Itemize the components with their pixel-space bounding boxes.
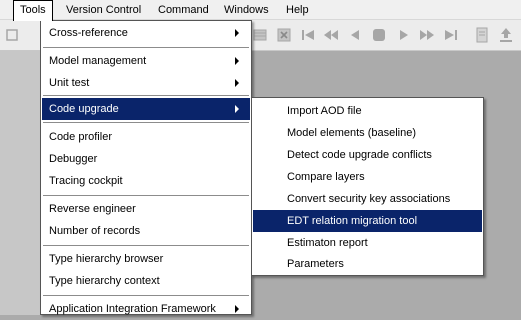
menu-item-label: Type hierarchy browser [49,253,164,265]
page-forward-icon[interactable] [419,27,435,43]
menu-item-model-elements-baseline[interactable]: Model elements (baseline) [253,122,482,144]
grid-icon[interactable] [252,27,268,43]
menu-bar: Tools Version Control Command Windows He… [0,0,521,21]
next-record-icon[interactable] [396,27,412,43]
menu-separator [43,122,249,123]
menu-separator [43,95,249,96]
menu-separator [43,295,249,296]
menu-item-label: Reverse engineer [49,203,136,215]
menu-item-label: Parameters [287,258,344,270]
menu-item-label: Detect code upgrade conflicts [287,149,432,161]
menu-item-parameters[interactable]: Parameters [253,253,482,275]
submenu-arrow-icon [235,79,239,87]
menu-item-label: Code profiler [49,131,112,143]
menu-separator [43,195,249,196]
menu-item-estimaton-report[interactable]: Estimaton report [253,232,482,254]
menu-item-type-hierarchy-browser[interactable]: Type hierarchy browser [42,248,250,270]
menu-item-label: Estimaton report [287,237,368,249]
menu-item-code-upgrade[interactable]: Code upgrade [42,98,250,120]
toolbar-left-icon[interactable] [4,27,20,43]
menu-item-code-profiler[interactable]: Code profiler [42,126,250,148]
page-back-icon[interactable] [323,27,339,43]
menu-item-label: EDT relation migration tool [287,215,418,227]
menu-item-cross-reference[interactable]: Cross-reference [42,22,250,44]
menu-item-compare-layers[interactable]: Compare layers [253,166,482,188]
menu-item-label: Import AOD file [287,105,362,117]
menu-item-tracing-cockpit[interactable]: Tracing cockpit [42,170,250,192]
code-upgrade-submenu: Import AOD file Model elements (baseline… [251,97,484,276]
menu-windows[interactable]: Windows [224,0,269,20]
tools-menu: Cross-reference Model management Unit te… [40,20,252,315]
menu-item-label: Cross-reference [49,27,128,39]
menu-item-label: Compare layers [287,171,365,183]
menu-item-label: Type hierarchy context [49,275,160,287]
menu-command[interactable]: Command [158,0,209,20]
menu-separator [43,245,249,246]
menu-item-label: Application Integration Framework [49,303,216,315]
workspace-panel [0,51,42,315]
menu-item-import-aod-file[interactable]: Import AOD file [253,100,482,122]
menu-item-edt-relation-migration-tool[interactable]: EDT relation migration tool [253,210,482,232]
first-record-icon[interactable] [300,27,316,43]
menu-item-label: Code upgrade [49,103,119,115]
document-icon[interactable] [474,27,490,43]
menu-item-reverse-engineer[interactable]: Reverse engineer [42,198,250,220]
menu-item-label: Number of records [49,225,141,237]
menu-separator [43,47,249,48]
menu-item-debugger[interactable]: Debugger [42,148,250,170]
menu-version-control[interactable]: Version Control [66,0,141,20]
previous-record-icon[interactable] [347,27,363,43]
menu-item-type-hierarchy-context[interactable]: Type hierarchy context [42,270,250,292]
menu-item-label: Tracing cockpit [49,175,123,187]
menu-item-application-integration-framework[interactable]: Application Integration Framework [42,298,250,320]
menu-item-detect-code-upgrade-conflicts[interactable]: Detect code upgrade conflicts [253,144,482,166]
menu-item-model-management[interactable]: Model management [42,50,250,72]
menu-item-unit-test[interactable]: Unit test [42,72,250,94]
menu-tools[interactable]: Tools [13,0,53,21]
menu-item-number-of-records[interactable]: Number of records [42,220,250,242]
menu-help[interactable]: Help [286,0,309,20]
menu-item-label: Unit test [49,77,90,89]
submenu-arrow-icon [235,57,239,65]
cancel-box-icon[interactable] [276,27,292,43]
menu-item-label: Debugger [49,153,98,165]
submenu-arrow-icon [235,305,239,313]
menu-item-label: Model management [49,55,147,67]
upload-icon[interactable] [498,27,514,43]
menu-item-label: Convert security key associations [287,193,451,205]
last-record-icon[interactable] [443,27,459,43]
stop-icon[interactable] [371,27,387,43]
submenu-arrow-icon [235,29,239,37]
menu-item-label: Model elements (baseline) [287,127,417,139]
menu-item-convert-security-key-associations[interactable]: Convert security key associations [253,188,482,210]
submenu-arrow-icon [235,105,239,113]
